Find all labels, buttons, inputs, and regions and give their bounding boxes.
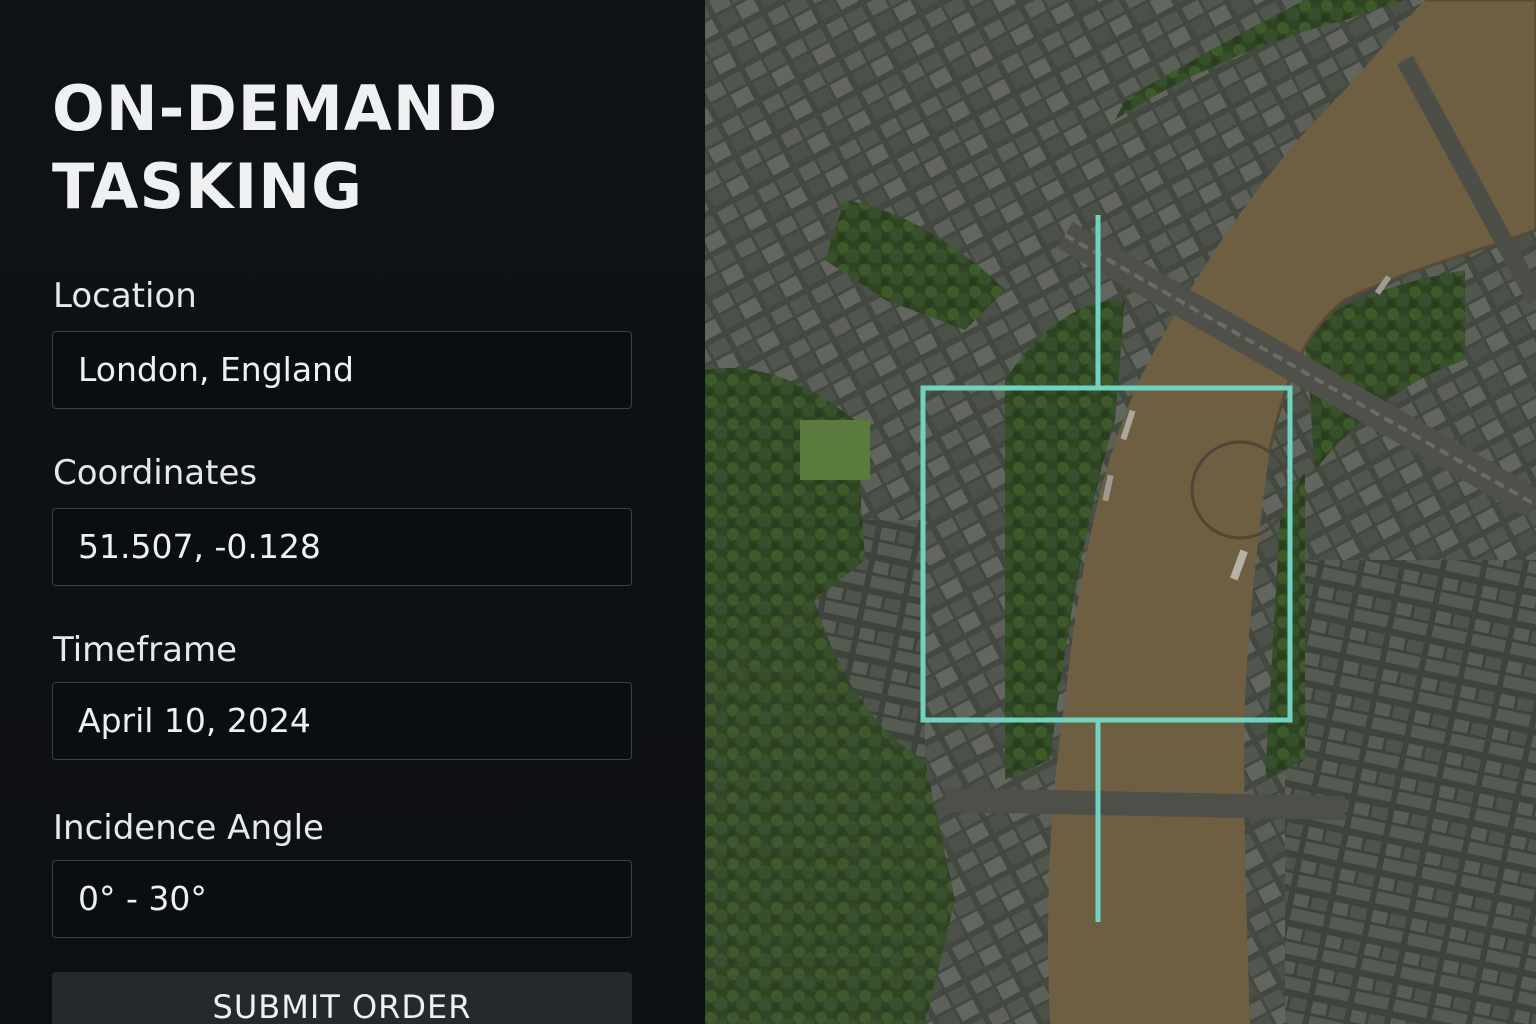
submit-order-button[interactable]: SUBMIT ORDER <box>52 972 632 1024</box>
page-title: ON-DEMAND TASKING <box>52 70 672 226</box>
page-title-line-2: TASKING <box>52 150 364 223</box>
location-label: Location <box>53 276 197 316</box>
satellite-imagery <box>705 0 1536 1024</box>
order-form-panel: ON-DEMAND TASKING Location London, Engla… <box>0 0 705 1024</box>
satellite-map[interactable] <box>705 0 1536 1024</box>
incidence-angle-input[interactable]: 0° - 30° <box>52 860 632 938</box>
timeframe-input[interactable]: April 10, 2024 <box>52 682 632 760</box>
coordinates-input[interactable]: 51.507, -0.128 <box>52 508 632 586</box>
timeframe-label: Timeframe <box>53 630 238 670</box>
location-input[interactable]: London, England <box>52 331 632 409</box>
coordinates-label: Coordinates <box>53 453 258 493</box>
page-title-line-1: ON-DEMAND <box>52 72 499 145</box>
incidence-angle-label: Incidence Angle <box>53 808 324 848</box>
